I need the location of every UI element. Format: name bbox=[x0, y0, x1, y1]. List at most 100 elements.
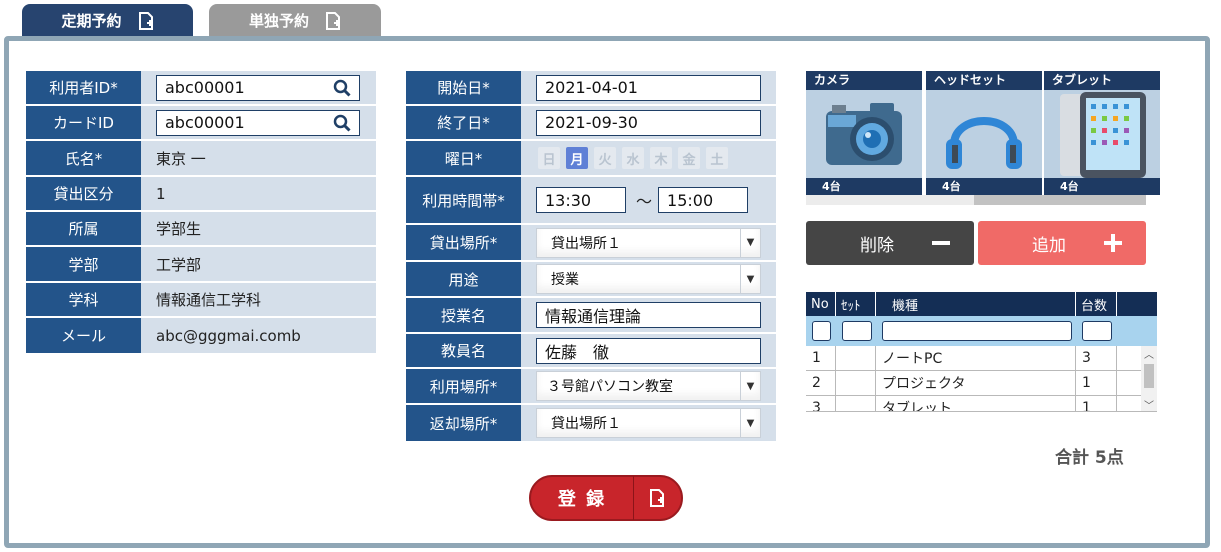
row-qty: 3 bbox=[1076, 346, 1117, 370]
purpose-label: 用途 bbox=[406, 262, 521, 296]
class-name-input[interactable]: 情報通信理論 bbox=[536, 302, 761, 328]
time-to-input[interactable]: 15:00 bbox=[658, 187, 749, 213]
table-row[interactable]: 2 プロジェクタ 1 bbox=[806, 371, 1157, 396]
purpose-value: 授業 bbox=[551, 272, 579, 288]
user-id-input[interactable]: abc00001 bbox=[156, 74, 360, 101]
user-id-label: 利用者ID* bbox=[26, 71, 141, 104]
weekday-sun[interactable]: 日 bbox=[538, 147, 560, 169]
row-model: ノートPC bbox=[876, 346, 1076, 370]
chevron-up-icon[interactable]: ︿ bbox=[1141, 346, 1157, 361]
file-plus-icon bbox=[650, 489, 664, 507]
affiliation-label: 所属 bbox=[26, 212, 141, 245]
department-value: 情報通信工学科 bbox=[141, 283, 376, 316]
card-id-value: abc00001 bbox=[165, 113, 245, 132]
teacher-name-input[interactable]: 佐藤 徹 bbox=[536, 337, 761, 364]
row-no: 2 bbox=[806, 371, 836, 395]
department-label: 学科 bbox=[26, 283, 141, 316]
weekday-mon[interactable]: 月 bbox=[566, 147, 588, 169]
search-icon[interactable] bbox=[333, 79, 351, 97]
weekday-sat[interactable]: 土 bbox=[706, 147, 728, 169]
start-date-input[interactable]: 2021-04-01 bbox=[536, 74, 761, 101]
col-no: No bbox=[806, 292, 836, 316]
filter-qty-input[interactable] bbox=[1082, 321, 1112, 341]
weekday-selector: 日 月 火 水 木 金 土 bbox=[521, 141, 776, 175]
tab-label: 単独予約 bbox=[248, 12, 309, 30]
equipment-card-headset[interactable]: ヘッドセット 4台 bbox=[926, 71, 1042, 195]
return-place-select[interactable]: 貸出場所１ ▼ bbox=[536, 408, 761, 438]
table-row[interactable]: 3 タブレット 1 bbox=[806, 396, 1157, 411]
tab-single-reservation[interactable]: 単独予約 bbox=[209, 4, 381, 37]
equipment-count: 4台 bbox=[926, 178, 1042, 195]
delete-button[interactable]: 削除 bbox=[806, 221, 974, 265]
teacher-name-label: 教員名 bbox=[406, 334, 521, 367]
lending-category-value: 1 bbox=[141, 177, 376, 210]
weekday-wed[interactable]: 水 bbox=[622, 147, 644, 169]
add-button[interactable]: 追加 bbox=[978, 221, 1146, 265]
col-model: 機種 bbox=[876, 292, 1076, 316]
weekday-fri[interactable]: 金 bbox=[678, 147, 700, 169]
equipment-count: 4台 bbox=[1044, 178, 1160, 195]
row-qty: 1 bbox=[1076, 371, 1117, 395]
lending-place-value: 貸出場所１ bbox=[551, 235, 621, 252]
row-set bbox=[836, 396, 876, 411]
time-separator: 〜 bbox=[636, 192, 653, 211]
equipment-card-tablet[interactable]: タブレット 4台 bbox=[1044, 71, 1160, 195]
total-count: 合計 5点 bbox=[1055, 448, 1124, 468]
usage-place-label: 利用場所* bbox=[406, 369, 521, 403]
scrollbar-thumb[interactable] bbox=[974, 195, 1146, 205]
class-name-label: 授業名 bbox=[406, 298, 521, 332]
chevron-down-icon[interactable]: ﹀ bbox=[1141, 397, 1157, 411]
usage-place-value: ３号館パソコン教室 bbox=[547, 379, 673, 395]
filter-set-input[interactable] bbox=[842, 321, 872, 341]
row-no: 3 bbox=[806, 396, 836, 411]
chevron-down-icon[interactable]: ▼ bbox=[740, 409, 760, 437]
chevron-down-icon[interactable]: ▼ bbox=[740, 265, 760, 293]
grid-body: 1 ノートPC 3 2 プロジェクタ 1 3 タブレット 1 ︿ ﹀ bbox=[806, 346, 1157, 412]
equipment-name: タブレット bbox=[1044, 71, 1160, 90]
equipment-scrollbar[interactable] bbox=[806, 195, 1146, 205]
equipment-count: 4台 bbox=[806, 178, 922, 195]
end-date-input[interactable]: 2021-09-30 bbox=[536, 109, 761, 136]
lending-place-select[interactable]: 貸出場所１ ▼ bbox=[536, 227, 761, 258]
email-label: メール bbox=[26, 318, 141, 353]
register-button[interactable]: 登 録 bbox=[529, 475, 683, 521]
card-id-input[interactable]: abc00001 bbox=[156, 109, 360, 136]
chevron-down-icon[interactable]: ▼ bbox=[740, 372, 760, 400]
tab-label: 定期予約 bbox=[61, 12, 122, 30]
weekday-thu[interactable]: 木 bbox=[650, 147, 672, 169]
return-place-label: 返却場所* bbox=[406, 405, 521, 441]
time-from-input[interactable]: 13:30 bbox=[536, 187, 626, 213]
weekday-tue[interactable]: 火 bbox=[594, 147, 616, 169]
filter-no-input[interactable] bbox=[812, 321, 831, 341]
row-model: プロジェクタ bbox=[876, 371, 1076, 395]
col-qty: 台数 bbox=[1076, 292, 1117, 316]
chevron-down-icon[interactable]: ▼ bbox=[740, 228, 760, 257]
table-row[interactable]: 1 ノートPC 3 bbox=[806, 346, 1157, 371]
row-set bbox=[836, 346, 876, 370]
plus-icon bbox=[1104, 234, 1122, 252]
faculty-value: 工学部 bbox=[141, 247, 376, 281]
faculty-label: 学部 bbox=[26, 247, 141, 281]
tab-regular-reservation[interactable]: 定期予約 bbox=[22, 4, 193, 37]
equipment-name: ヘッドセット bbox=[926, 71, 1042, 90]
minus-icon bbox=[932, 241, 950, 245]
row-set bbox=[836, 371, 876, 395]
register-label: 登 録 bbox=[557, 489, 607, 510]
add-label: 追加 bbox=[1032, 235, 1066, 256]
grid-scrollbar[interactable]: ︿ ﹀ bbox=[1141, 346, 1157, 411]
search-icon[interactable] bbox=[333, 114, 351, 132]
equipment-card-camera[interactable]: カメラ 4台 bbox=[806, 71, 922, 195]
name-label: 氏名* bbox=[26, 141, 141, 175]
usage-place-select[interactable]: ３号館パソコン教室 ▼ bbox=[536, 371, 761, 401]
user-info-table: 利用者ID* abc00001 カードID abc00001 氏名* 東京 一 … bbox=[26, 71, 376, 353]
row-qty: 1 bbox=[1076, 396, 1117, 411]
filter-model-input[interactable] bbox=[882, 321, 1072, 341]
user-id-value: abc00001 bbox=[165, 78, 245, 97]
row-no: 1 bbox=[806, 346, 836, 370]
lending-place-label: 貸出場所* bbox=[406, 225, 521, 260]
purpose-select[interactable]: 授業 ▼ bbox=[536, 264, 761, 294]
name-value: 東京 一 bbox=[141, 141, 376, 175]
scrollbar-thumb[interactable] bbox=[1144, 364, 1154, 388]
equipment-name: カメラ bbox=[806, 71, 922, 90]
grid-filter-row bbox=[806, 316, 1157, 346]
